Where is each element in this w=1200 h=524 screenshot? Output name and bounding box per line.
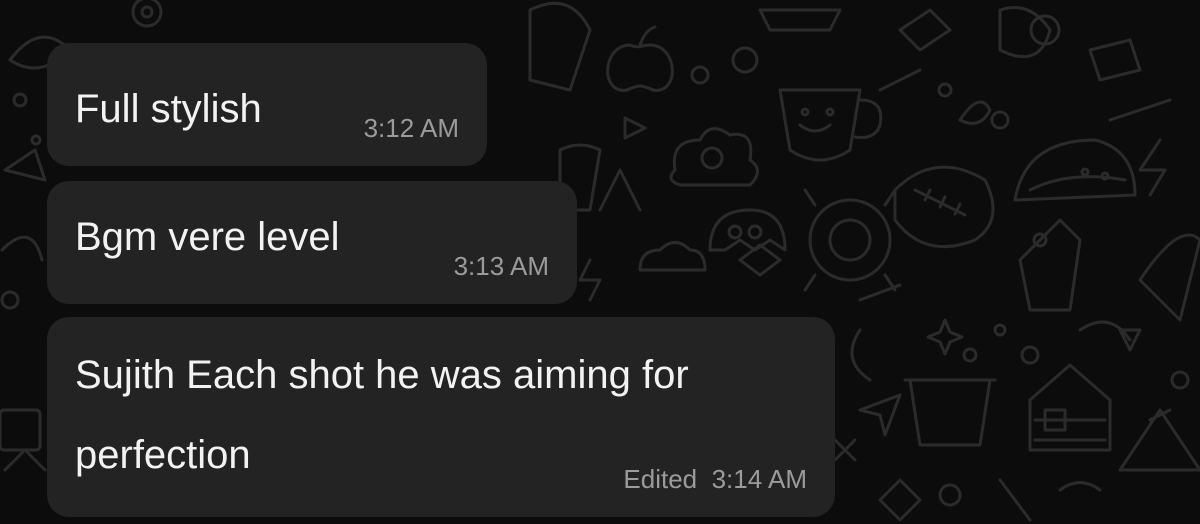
message-text: Full stylish xyxy=(75,87,262,131)
message-bubble[interactable]: Bgm vere level 3:13 AM xyxy=(47,181,577,304)
message-bubble[interactable]: Full stylish 3:12 AM xyxy=(47,43,487,166)
taco-icon xyxy=(1013,138,1137,202)
edited-label: Edited xyxy=(623,464,698,494)
message-meta: Edited 3:14 AM xyxy=(623,464,807,495)
ring-icon xyxy=(131,0,163,28)
sparkle-icon xyxy=(926,318,964,356)
message-text: Bgm vere level xyxy=(75,215,340,259)
cup-icon xyxy=(778,88,862,162)
message-bubble[interactable]: Sujith Each shot he was aiming for perfe… xyxy=(47,317,835,517)
paper-plane-icon xyxy=(858,393,902,437)
chat-view: Full stylish 3:12 AM Bgm vere level 3:13… xyxy=(0,0,1200,524)
flower-pot-icon xyxy=(908,378,992,447)
cloud-icon xyxy=(669,127,759,187)
message-timestamp: 3:12 AM xyxy=(363,113,459,143)
apple-icon xyxy=(606,43,674,92)
message-timestamp: 3:14 AM xyxy=(711,464,807,494)
message-text-line: perfection xyxy=(75,433,251,477)
house-icon xyxy=(1028,363,1112,452)
ghost-icon xyxy=(708,208,787,252)
message-text-line: Sujith Each shot he was aiming for xyxy=(75,353,689,397)
message-timestamp: 3:13 AM xyxy=(453,251,549,281)
football-icon xyxy=(893,165,995,249)
